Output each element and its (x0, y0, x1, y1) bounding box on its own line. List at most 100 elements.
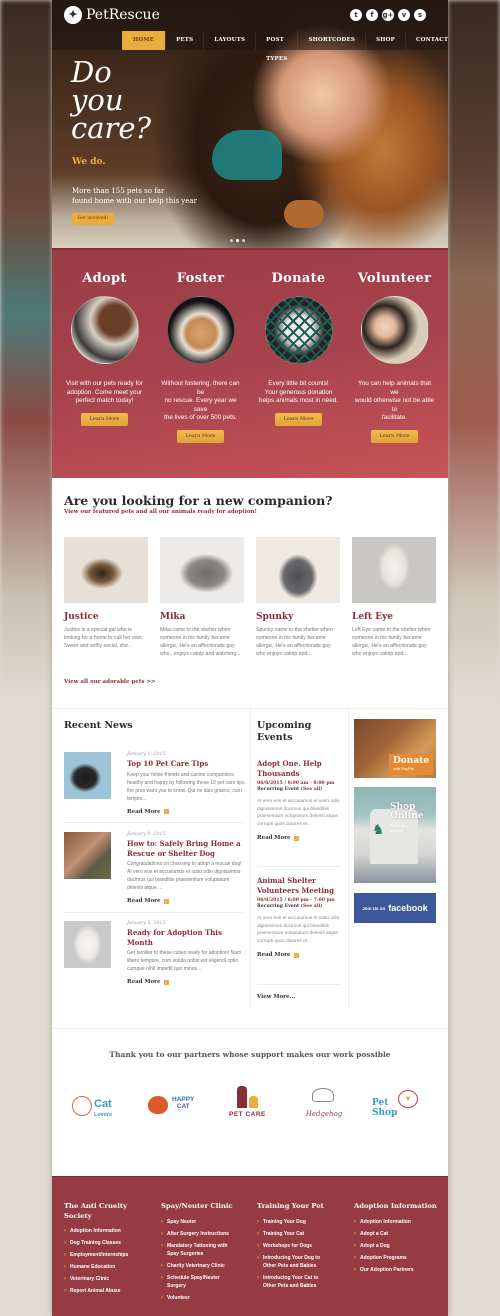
pet-photo[interactable] (64, 537, 148, 603)
news-title[interactable]: How to: Safely Bring Home a Rescue or Sh… (127, 839, 245, 858)
partner-logo-happy-cat[interactable]: HAPPY CAT (148, 1086, 206, 1134)
news-thumbnail[interactable] (64, 921, 111, 968)
event-time: 06/6/2015 / 8:00 am - 8:00 pm (257, 781, 335, 786)
read-more-link[interactable]: Read More › (257, 835, 341, 841)
footer-link[interactable]: After Surgery Instructions (161, 1230, 253, 1238)
help-volunteer: Volunteer You can help animals that we w… (345, 250, 444, 443)
footer-link[interactable]: Adopt a Dog (354, 1242, 446, 1250)
cat-lovers-subtext: Lovers (94, 1112, 113, 1118)
learn-more-button[interactable]: Learn More (177, 429, 224, 443)
nav-layouts[interactable]: LAYOUTS (203, 31, 255, 50)
featured-pets-section: Are you looking for a new companion? Vie… (52, 478, 448, 708)
partner-logo-hedgehog[interactable]: Hedgehog (300, 1086, 348, 1134)
pet-card[interactable]: Left Eye Left Eye came to the shelter wh… (352, 537, 436, 658)
help-adopt: Adopt Visit with our pets ready for adop… (55, 250, 154, 426)
view-more-events-link[interactable]: View More... (257, 994, 295, 1000)
footer-link[interactable]: Adoption Programs (354, 1254, 446, 1262)
facebook-icon[interactable]: f (366, 9, 378, 21)
logo[interactable]: ✦ PetRescue (64, 6, 160, 24)
vimeo-icon[interactable]: v (398, 9, 410, 21)
footer-link[interactable]: Spay Neuter (161, 1218, 253, 1226)
footer-link[interactable]: Humane Education (64, 1263, 156, 1271)
footer-link[interactable]: Mandatory Tattooing with Spay Surgeries (161, 1242, 253, 1258)
twitter-icon[interactable]: t (350, 9, 362, 21)
google-plus-icon[interactable]: g+ (382, 9, 394, 21)
pet-name[interactable]: Spunky (256, 612, 340, 622)
partner-logo-pet-shop[interactable]: ♥ Pet Shop (372, 1086, 426, 1134)
footer-link[interactable]: Charity Veterinary Clinic (161, 1262, 253, 1270)
event-recurring: Recurring Event (See all) (257, 904, 341, 909)
hero-subtitle: We do. (72, 157, 106, 167)
news-thumbnail[interactable] (64, 752, 111, 799)
help-section: Adopt Visit with our pets ready for adop… (52, 248, 448, 478)
footer-link[interactable]: Dog Training Classes (64, 1239, 156, 1247)
slider-dot[interactable] (242, 239, 245, 242)
pet-photo[interactable] (160, 537, 244, 603)
learn-more-button[interactable]: Learn More (275, 412, 322, 426)
footer-link[interactable]: Report Animal Abuse (64, 1287, 156, 1295)
footer-link[interactable]: Employment/Internships (64, 1251, 156, 1259)
facebook-banner[interactable]: Join Us on facebook (354, 893, 436, 923)
view-all-pets-link[interactable]: View all our adorable pets >> (64, 679, 156, 685)
pet-photo[interactable] (256, 537, 340, 603)
footer-link[interactable]: Our Adoption Partners (354, 1266, 446, 1274)
footer-link[interactable]: Introducing Your Dog to Other Pets and B… (257, 1254, 349, 1270)
pet-photo[interactable] (352, 537, 436, 603)
footer-link[interactable]: Introducing Your Cat to Other Pets and B… (257, 1274, 349, 1290)
slider-dot-active[interactable] (236, 239, 239, 242)
shop-online-banner[interactable]: ♞ Shop Online Show your support (354, 787, 436, 883)
pet-name[interactable]: Justice (64, 612, 148, 622)
footer-link[interactable]: Training Your Dog (257, 1218, 349, 1226)
read-more-link[interactable]: Read More › (127, 898, 245, 904)
skype-icon[interactable]: s (414, 9, 426, 21)
learn-more-button[interactable]: Learn More (81, 412, 128, 426)
read-more-link[interactable]: Read More › (127, 809, 245, 815)
footer-link[interactable]: Adoption Information (354, 1218, 446, 1226)
nav-shortcodes[interactable]: SHORTCODES (297, 31, 365, 50)
event-title[interactable]: Animal Shelter Volunteers Meeting (257, 876, 341, 895)
read-more-link[interactable]: Read More › (127, 979, 245, 985)
adopt-photo (70, 296, 139, 364)
pet-card[interactable]: Mika Mika came to the shelter when someo… (160, 537, 244, 658)
donate-paypal-banner[interactable]: Donate with PayPal (354, 719, 436, 778)
footer-link[interactable]: Adoption Information (64, 1227, 156, 1235)
see-all-link[interactable]: (See all) (301, 787, 323, 792)
footer-link[interactable]: Workshops for Dogs (257, 1242, 349, 1250)
pet-name[interactable]: Mika (160, 612, 244, 622)
pet-shop-text: Pet Shop (372, 1098, 398, 1118)
news-title[interactable]: Top 10 Pet Care Tips (127, 759, 245, 769)
get-involved-button[interactable]: Get involved! (72, 213, 114, 225)
partner-logo-pet-care[interactable]: PET CARE (227, 1086, 273, 1134)
footer-link[interactable]: Schedule Spay/Neuter Surgery (161, 1274, 253, 1290)
hero-title: Do you care? (71, 55, 152, 145)
pet-name[interactable]: Left Eye (352, 612, 436, 622)
news-excerpt: Congratulations on choosing to adopt a r… (127, 861, 242, 891)
partner-logo-cat-lovers[interactable]: Cat Lovers (72, 1086, 132, 1134)
donate-tag: Donate with PayPal (389, 754, 433, 775)
read-more-link[interactable]: Read More › (257, 952, 341, 958)
footer-link[interactable]: Adopt a Cat (354, 1230, 446, 1238)
slider-dot[interactable] (230, 239, 233, 242)
event-time: 06/8/2015 / 6:00 pm - 7:00 pm (257, 898, 335, 903)
nav-pets[interactable]: PETS (165, 31, 203, 50)
footer-column: Adoption Information Adoption Informatio… (354, 1202, 446, 1278)
nav-shop[interactable]: SHOP (365, 31, 405, 50)
cat-lovers-icon (72, 1096, 92, 1116)
see-all-link[interactable]: (See all) (301, 904, 323, 909)
footer-link[interactable]: Volunteer (161, 1294, 253, 1302)
volunteer-photo (360, 296, 429, 364)
shop-subtitle: Show your support (390, 823, 409, 833)
news-title[interactable]: Ready for Adoption This Month (127, 928, 245, 947)
learn-more-button[interactable]: Learn More (371, 429, 418, 443)
news-thumbnail[interactable] (64, 832, 111, 879)
nav-post-types[interactable]: POST TYPES (255, 31, 297, 62)
event-title[interactable]: Adopt One. Help Thousands (257, 759, 341, 778)
nav-contacts[interactable]: CONTACTS (405, 31, 448, 50)
footer-link[interactable]: Training Your Cat (257, 1230, 349, 1238)
footer-link[interactable]: Veterinary Clinic (64, 1275, 156, 1283)
pet-card[interactable]: Spunky Spunky came to the shelter when s… (256, 537, 340, 658)
footer-column: The Anti Cruelty Society Adoption Inform… (64, 1202, 156, 1299)
paw-logo-icon: ✦ (64, 6, 82, 24)
nav-home[interactable]: HOME (122, 31, 166, 50)
pet-card[interactable]: Justice Justice is a special gal who is … (64, 537, 148, 650)
